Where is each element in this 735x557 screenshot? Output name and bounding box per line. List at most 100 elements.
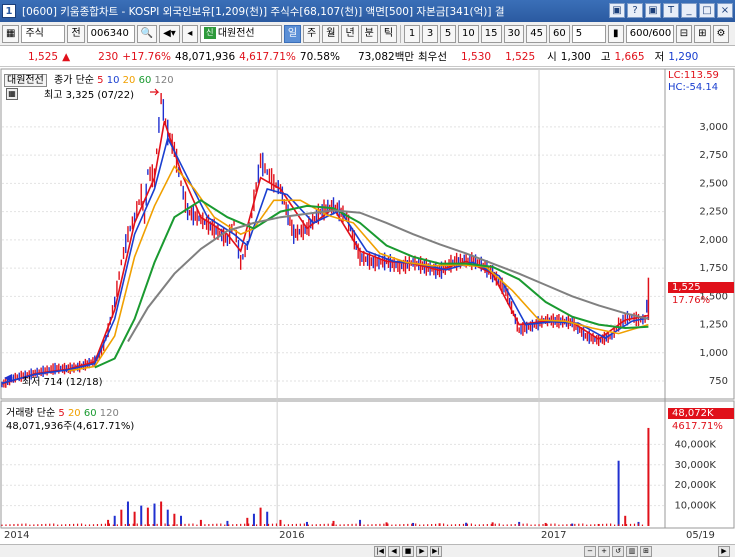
volume-bar-small: [160, 523, 162, 526]
volume-bar-small: [570, 524, 572, 526]
volume-bar-small: [574, 523, 576, 526]
scroll-right-button[interactable]: ▶: [718, 546, 730, 557]
code-input[interactable]: 006340: [86, 24, 135, 43]
stop-button[interactable]: ■: [402, 546, 414, 557]
volume-bar-small: [526, 523, 528, 526]
scroll-next-button[interactable]: ▶: [416, 546, 428, 557]
arrow-icon[interactable]: ◂: [181, 24, 198, 43]
volume-bar-small: [53, 523, 55, 526]
volume-bar-small: [554, 523, 556, 526]
volume-bar-small: [88, 524, 91, 526]
interval-15[interactable]: 15: [480, 24, 502, 43]
ma-label: 종가 단순: [54, 75, 94, 86]
grid-icon[interactable]: ⊞: [694, 24, 711, 43]
volume-bar-small: [259, 524, 262, 526]
period-month[interactable]: 월: [322, 24, 340, 43]
interval-30[interactable]: 30: [503, 24, 525, 43]
volume-bar: [160, 501, 163, 526]
volume-bar-small: [442, 523, 445, 526]
sound-icon[interactable]: ◀▾: [159, 24, 180, 43]
volume-bar-small: [184, 523, 186, 526]
scroll-last-button[interactable]: ▶|: [430, 546, 442, 557]
interval-1[interactable]: 1: [404, 24, 421, 43]
link-icon[interactable]: ▣: [609, 3, 625, 18]
volume-bar-small: [168, 524, 170, 526]
price-tick-label: 2,750: [699, 150, 728, 161]
calendar-icon[interactable]: ▦: [6, 88, 18, 100]
volume-bar-small: [192, 523, 194, 526]
settings-small-button[interactable]: ⊞: [640, 546, 652, 557]
interval-60[interactable]: 60: [548, 24, 570, 43]
scroll-first-button[interactable]: |◀: [374, 546, 386, 557]
volume-bar-small: [478, 524, 480, 526]
toolbar: ▦ 주식 전 006340 🔍 ◀▾ ◂ 신 대원전선 일 주 월 년 분 틱 1…: [0, 22, 735, 46]
zoom-reset-button[interactable]: ↺: [612, 546, 624, 557]
volume-bar-small: [558, 524, 560, 526]
volume-bar-small: [367, 524, 369, 526]
interval-3[interactable]: 3: [422, 24, 439, 43]
scroll-prev-button[interactable]: ◀: [388, 546, 400, 557]
minimize-button[interactable]: _: [681, 3, 697, 18]
volume-bar-small: [291, 524, 293, 526]
zoom-in-button[interactable]: +: [598, 546, 610, 557]
volume-bar-small: [598, 524, 600, 526]
volume-bar-small: [550, 523, 552, 526]
price-panel-frame: [0, 68, 735, 400]
volume-bar: [140, 505, 143, 526]
volume-bar-small: [546, 523, 548, 526]
pref-label: 최우선: [418, 51, 447, 63]
volume-bar-small: [104, 523, 107, 526]
interval-10[interactable]: 10: [458, 24, 479, 43]
volume-bar-small: [279, 524, 282, 526]
volume-bar-small: [419, 524, 421, 526]
bottom-scroll-bar[interactable]: |◀ ◀ ■ ▶ ▶| − + ↺ ▥ ⊞ ▶: [0, 544, 735, 557]
price-volume-chart[interactable]: 7501,0001,2501,5001,7502,0002,2502,5002,…: [0, 68, 735, 544]
gear-icon[interactable]: ⚙: [712, 24, 730, 43]
volume-bar: [259, 507, 262, 526]
period-day[interactable]: 일: [283, 24, 302, 43]
page-count[interactable]: 600/600: [625, 24, 674, 43]
settings-icon[interactable]: ▣: [645, 3, 661, 18]
help-icon[interactable]: ?: [627, 3, 643, 18]
zoom-out-button[interactable]: −: [584, 546, 596, 557]
volume-bar: [647, 427, 650, 526]
volume-bar-small: [466, 523, 469, 526]
text-icon[interactable]: T: [663, 3, 679, 18]
layout-icon[interactable]: ▦: [2, 24, 20, 43]
bars-icon[interactable]: ▮: [607, 24, 624, 43]
volume-bar-small: [1, 524, 3, 526]
volume-bar: [465, 522, 468, 526]
volume-tick-label: 40,000K: [674, 439, 716, 450]
open-price: 1,300: [560, 50, 591, 63]
count-select[interactable]: 5: [571, 24, 606, 43]
volume-bar-small: [458, 524, 461, 526]
volume-bar: [113, 515, 116, 526]
period-week[interactable]: 주: [303, 24, 321, 43]
volume-bar-small: [450, 524, 453, 526]
interval-5[interactable]: 5: [440, 24, 457, 43]
volume-tick-label: 20,000K: [674, 480, 716, 491]
period-minute[interactable]: 분: [360, 24, 378, 43]
chart-area[interactable]: 750 1,000 1,250 1,500 1,750 2,000 2,250 2,500 2,…: [0, 68, 735, 544]
volume-bar-small: [415, 523, 417, 526]
chart-type-button[interactable]: ▥: [626, 546, 638, 557]
x-tick-label: 2016: [279, 530, 304, 541]
stock-name-text: 대원전선: [217, 27, 255, 39]
volume-bar-small: [37, 524, 39, 526]
current-price: 1,525: [28, 50, 59, 63]
ruler-icon[interactable]: ⊟: [675, 24, 693, 43]
volume-bar-small: [522, 523, 524, 526]
volume-bar-small: [244, 523, 246, 526]
low-note: 최저 714 (12/18): [22, 377, 103, 388]
maximize-button[interactable]: □: [699, 3, 715, 18]
close-button[interactable]: ×: [717, 3, 733, 18]
period-tick[interactable]: 틱: [379, 24, 398, 43]
volume-bar-small: [128, 523, 130, 526]
prev-button[interactable]: 전: [67, 24, 85, 43]
interval-45[interactable]: 45: [526, 24, 547, 43]
search-icon[interactable]: 🔍: [136, 24, 158, 43]
market-select[interactable]: 주식: [21, 24, 66, 43]
period-year[interactable]: 년: [341, 24, 359, 43]
volume-bar-small: [403, 524, 405, 526]
volume-bar-small: [538, 524, 540, 526]
